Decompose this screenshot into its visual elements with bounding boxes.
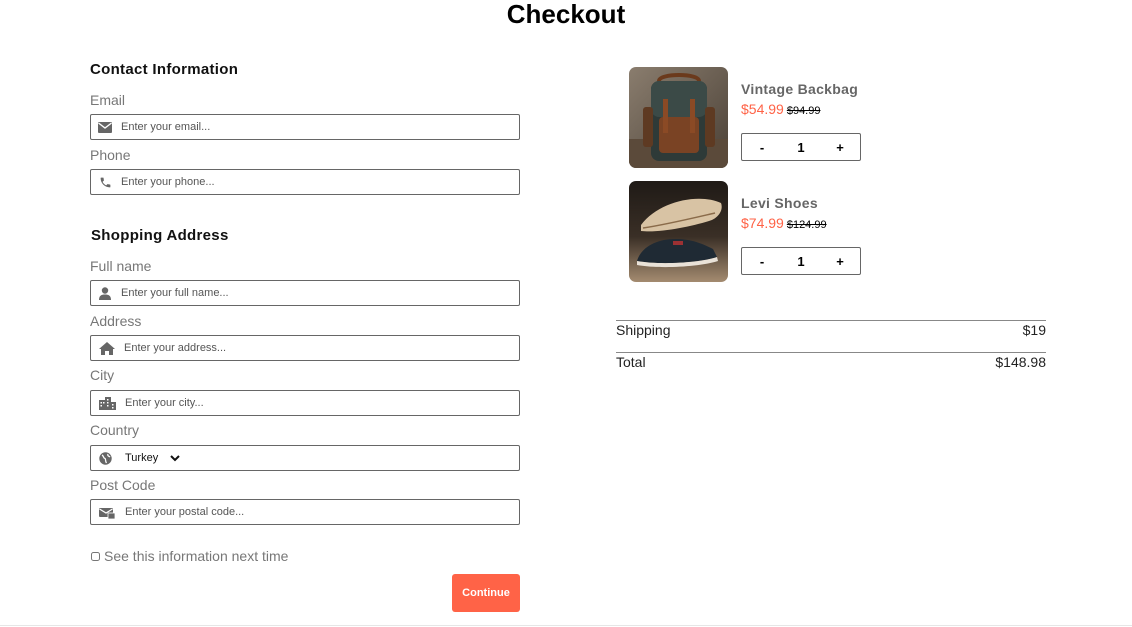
mailbox-icon — [91, 500, 123, 524]
city-label: City — [90, 367, 115, 383]
city-icon — [91, 391, 123, 415]
phone-label: Phone — [90, 147, 131, 163]
old-price: $94.99 — [786, 105, 821, 117]
product-name: Levi Shoes — [741, 195, 818, 211]
home-icon — [91, 336, 122, 360]
shipping-row: Shipping $19 — [616, 322, 1046, 338]
globe-icon — [91, 446, 119, 470]
total-row: Total $148.98 — [616, 354, 1046, 370]
total-value: $148.98 — [995, 354, 1046, 370]
remember-info-row[interactable]: See this information next time — [90, 548, 288, 564]
city-field — [90, 390, 520, 416]
decrease-quantity-button[interactable]: - — [742, 134, 782, 160]
address-section-title: Shopping Address — [91, 227, 229, 244]
cart-item: Levi Shoes $74.99 $124.99 - 1 + — [629, 181, 1049, 283]
page-title: Checkout — [506, 0, 626, 29]
old-price: $124.99 — [786, 219, 827, 231]
backpack-image — [629, 67, 728, 168]
envelope-icon — [91, 115, 119, 139]
continue-button[interactable]: Continue — [452, 574, 520, 612]
postcode-input[interactable] — [123, 501, 519, 523]
quantity-value: 1 — [797, 253, 805, 269]
product-price: $74.99 $124.99 — [741, 215, 827, 231]
email-input[interactable] — [119, 116, 519, 138]
fullname-field — [90, 280, 520, 306]
shoes-image — [629, 181, 728, 282]
phone-input[interactable] — [119, 171, 519, 193]
remember-info-label: See this information next time — [104, 548, 289, 564]
current-price: $74.99 — [741, 215, 784, 231]
user-icon — [91, 281, 119, 305]
shipping-value: $19 — [1022, 322, 1046, 338]
phone-icon — [91, 170, 119, 194]
current-price: $54.99 — [741, 101, 784, 117]
divider — [616, 352, 1046, 353]
total-label: Total — [616, 354, 646, 370]
fullname-input[interactable] — [119, 282, 519, 304]
decrease-quantity-button[interactable]: - — [742, 248, 782, 274]
postcode-field — [90, 499, 520, 525]
address-input[interactable] — [122, 337, 519, 359]
product-price: $54.99 $94.99 — [741, 101, 820, 117]
contact-section-title: Contact Information — [90, 61, 239, 78]
country-label: Country — [90, 422, 140, 438]
address-field — [90, 335, 520, 361]
address-label: Address — [90, 313, 142, 329]
phone-field — [90, 169, 520, 195]
email-field — [90, 114, 520, 140]
cart-item: Vintage Backbag $54.99 $94.99 - 1 + — [629, 67, 1049, 169]
city-input[interactable] — [123, 392, 519, 414]
page-bottom-divider — [0, 625, 1132, 626]
shipping-label: Shipping — [616, 322, 671, 338]
product-name: Vintage Backbag — [741, 81, 859, 97]
fullname-label: Full name — [90, 258, 152, 274]
country-select[interactable]: Turkey — [121, 447, 183, 469]
remember-info-checkbox[interactable] — [91, 551, 100, 561]
divider — [616, 320, 1046, 321]
postcode-label: Post Code — [90, 477, 156, 493]
email-label: Email — [90, 92, 126, 108]
quantity-value: 1 — [797, 139, 805, 155]
country-field: Turkey — [90, 445, 520, 471]
increase-quantity-button[interactable]: + — [820, 134, 860, 160]
quantity-stepper: - 1 + — [741, 133, 861, 161]
increase-quantity-button[interactable]: + — [820, 248, 860, 274]
quantity-stepper: - 1 + — [741, 247, 861, 275]
